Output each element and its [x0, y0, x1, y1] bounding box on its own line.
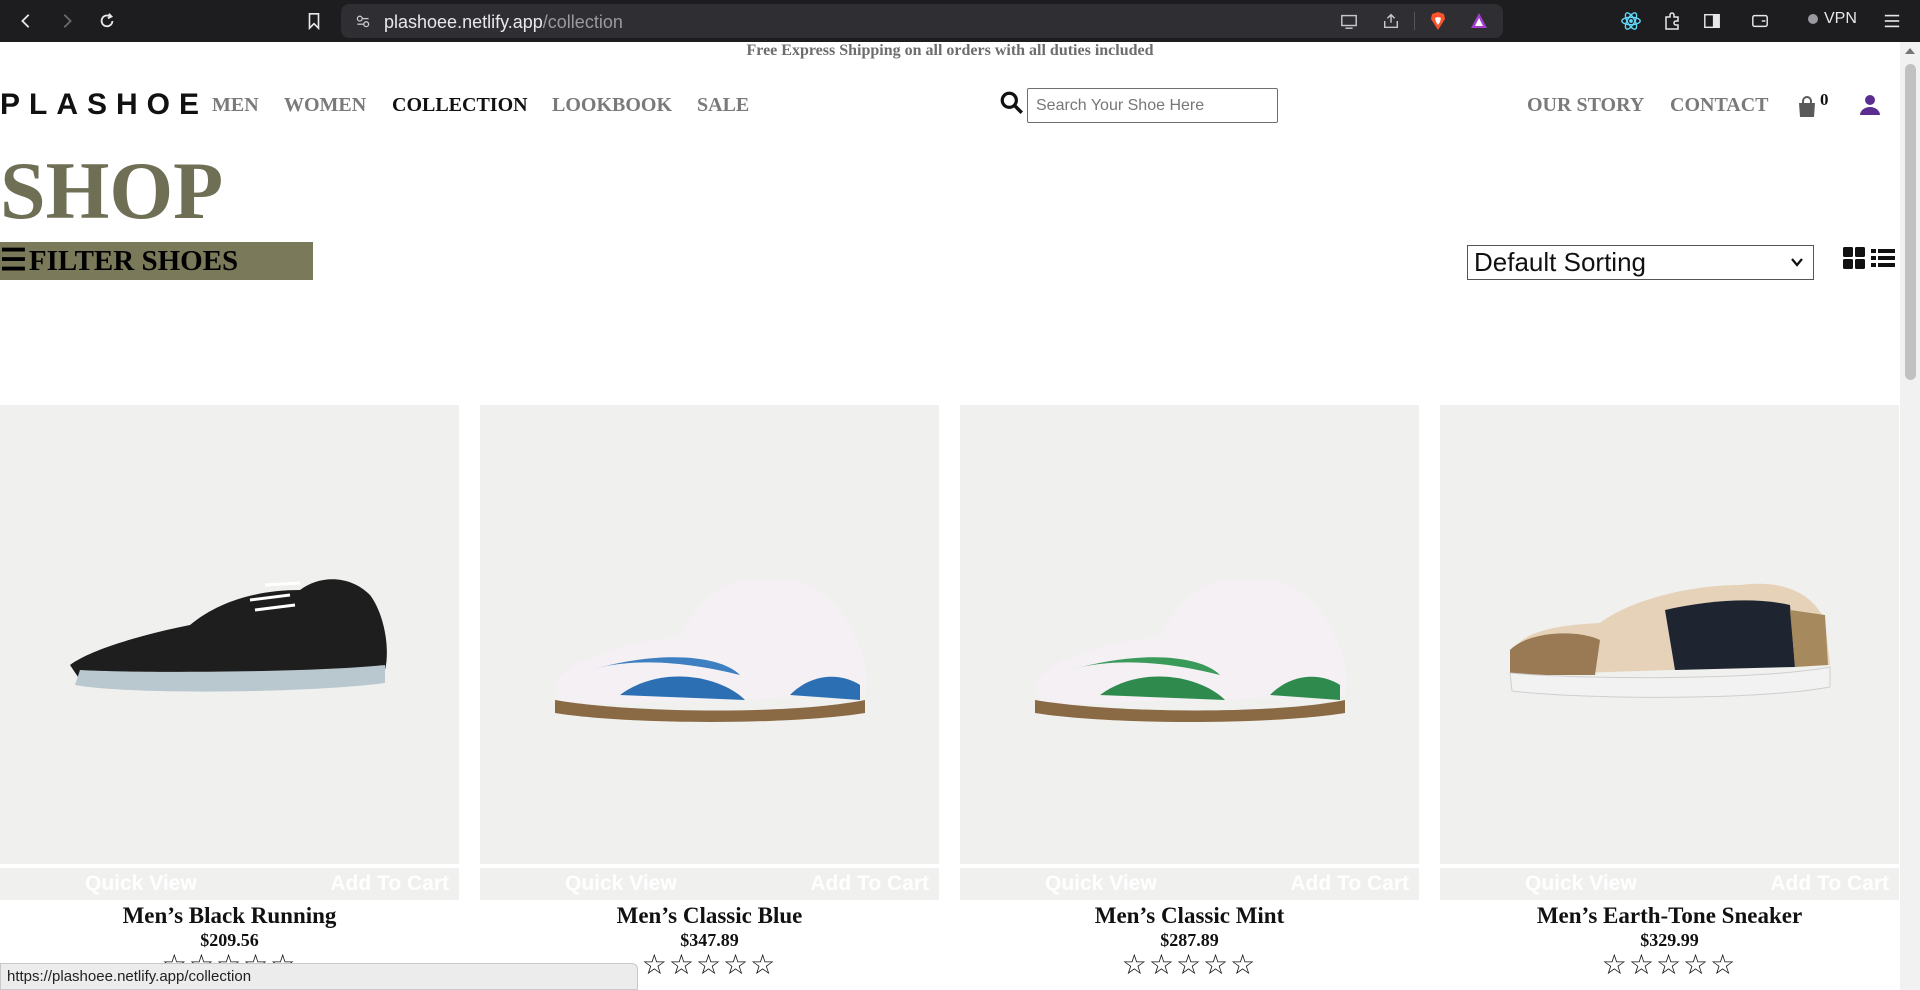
nav-men[interactable]: MEN [212, 94, 259, 117]
url-text: plashoee.netlify.app/collection [384, 12, 623, 32]
vpn-button[interactable]: VPN [1808, 10, 1857, 28]
product-card[interactable]: Quick View Add To Cart Men’s Classic Blu… [480, 405, 939, 982]
nav-lookbook[interactable]: LOOKBOOK [552, 94, 672, 117]
promo-banner: Free Express Shipping on all orders with… [746, 42, 1154, 59]
add-to-cart-button[interactable]: Add To Cart [810, 872, 929, 896]
product-card[interactable]: Quick View Add To Cart Men’s Classic Min… [960, 405, 1419, 982]
quick-view-button[interactable]: Quick View [565, 872, 677, 896]
quick-view-button[interactable]: Quick View [1525, 872, 1637, 896]
user-account-icon[interactable] [1858, 93, 1884, 119]
list-view-icon[interactable] [1870, 246, 1896, 270]
forward-icon[interactable] [52, 6, 82, 36]
chevron-down-icon [1791, 258, 1803, 267]
product-actions: Quick View Add To Cart [960, 868, 1419, 900]
vpn-label: VPN [1824, 10, 1857, 27]
classic-mint-shoe-image [1034, 578, 1347, 722]
filter-shoes-button[interactable]: ☰ FILTER SHOES [0, 242, 313, 280]
product-price: $209.56 [200, 930, 259, 950]
scroll-up-arrow-icon[interactable] [1905, 48, 1915, 54]
product-image[interactable] [480, 405, 939, 864]
product-actions: Quick View Add To Cart [480, 868, 939, 900]
page-title: SHOP [0, 145, 224, 236]
product-image[interactable] [1440, 405, 1899, 864]
reload-icon[interactable] [92, 6, 122, 36]
filter-label: FILTER SHOES [28, 244, 239, 277]
search-input[interactable] [1027, 88, 1278, 123]
shopping-bag-icon[interactable] [1795, 94, 1821, 120]
product-price: $347.89 [680, 930, 739, 950]
product-name[interactable]: Men’s Black Running [0, 903, 459, 929]
bookmark-icon[interactable] [299, 6, 329, 36]
product-image[interactable] [960, 405, 1419, 864]
wallet-icon[interactable] [1748, 9, 1772, 33]
react-devtools-icon[interactable] [1619, 9, 1643, 33]
nav-contact[interactable]: CONTACT [1670, 94, 1769, 117]
product-card[interactable]: Quick View Add To Cart Men’s Earth-Tone … [1440, 405, 1899, 982]
extensions-icon[interactable] [1660, 9, 1684, 33]
sort-value: Default Sorting [1474, 247, 1646, 277]
link-status-bar: https://plashoee.netlify.app/collection [0, 963, 638, 990]
product-name[interactable]: Men’s Classic Blue [480, 903, 939, 929]
product-name[interactable]: Men’s Earth-Tone Sneaker [1440, 903, 1899, 929]
scroll-thumb[interactable] [1905, 64, 1916, 380]
toolbar-divider [1414, 12, 1415, 30]
hamburger-icon: ☰ [0, 244, 27, 277]
black-running-shoe-image [69, 578, 387, 692]
browser-toolbar: plashoee.netlify.app/collection VPN [0, 0, 1920, 42]
quick-view-button[interactable]: Quick View [1045, 872, 1157, 896]
brave-shield-icon[interactable] [1426, 9, 1450, 33]
share-icon[interactable] [1379, 9, 1403, 33]
nav-sale[interactable]: SALE [697, 94, 749, 117]
add-to-cart-button[interactable]: Add To Cart [330, 872, 449, 896]
rating-stars: ☆☆☆☆☆ [1601, 950, 1738, 981]
product-card[interactable]: Quick View Add To Cart Men’s Black Runni… [0, 405, 459, 982]
earth-tone-sneaker-image [1508, 583, 1830, 698]
add-to-cart-button[interactable]: Add To Cart [1770, 872, 1889, 896]
brave-rewards-icon[interactable] [1467, 9, 1491, 33]
product-actions: Quick View Add To Cart [0, 868, 459, 900]
product-name[interactable]: Men’s Classic Mint [960, 903, 1419, 929]
back-icon[interactable] [11, 6, 41, 36]
cart-count: 0 [1820, 90, 1829, 109]
menu-icon[interactable] [1880, 9, 1904, 33]
nav-women[interactable]: WOMEN [284, 94, 366, 117]
quick-view-button[interactable]: Quick View [85, 872, 197, 896]
grid-view-icon[interactable] [1842, 246, 1866, 270]
site-info-icon[interactable] [351, 9, 375, 33]
classic-blue-shoe-image [554, 578, 867, 722]
nav-collection[interactable]: COLLECTION [392, 94, 528, 117]
sort-select[interactable]: Default Sorting [1467, 245, 1814, 280]
product-image[interactable] [0, 405, 459, 864]
site-logo[interactable]: PLASHOE [0, 88, 208, 122]
rating-stars: ☆☆☆☆☆ [1121, 950, 1258, 981]
address-bar[interactable]: plashoee.netlify.app/collection [341, 4, 1503, 38]
vpn-status-icon [1808, 14, 1818, 24]
product-price: $287.89 [1160, 930, 1219, 950]
add-to-cart-button[interactable]: Add To Cart [1290, 872, 1409, 896]
search-icon[interactable] [999, 90, 1025, 116]
product-actions: Quick View Add To Cart [1440, 868, 1899, 900]
nav-our-story[interactable]: OUR STORY [1527, 94, 1644, 117]
sidebar-icon[interactable] [1700, 9, 1724, 33]
page-scrollbar[interactable] [1900, 42, 1920, 990]
cast-icon[interactable] [1337, 9, 1361, 33]
product-price: $329.99 [1640, 930, 1699, 950]
